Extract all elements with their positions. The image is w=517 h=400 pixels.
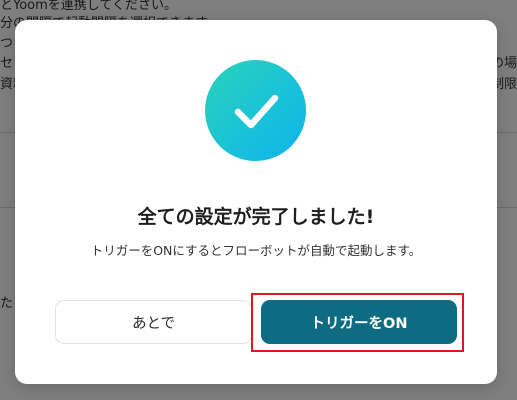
later-button[interactable]: あとで xyxy=(55,300,252,344)
completion-dialog: 全ての設定が完了しました! トリガーをONにするとフローボットが自動で起動します… xyxy=(15,20,497,384)
check-icon xyxy=(205,60,306,161)
dialog-description: トリガーをONにするとフローボットが自動で起動します。 xyxy=(90,243,422,258)
dialog-title: 全ての設定が完了しました! xyxy=(137,206,375,228)
trigger-on-button[interactable]: トリガーをON xyxy=(261,300,457,344)
